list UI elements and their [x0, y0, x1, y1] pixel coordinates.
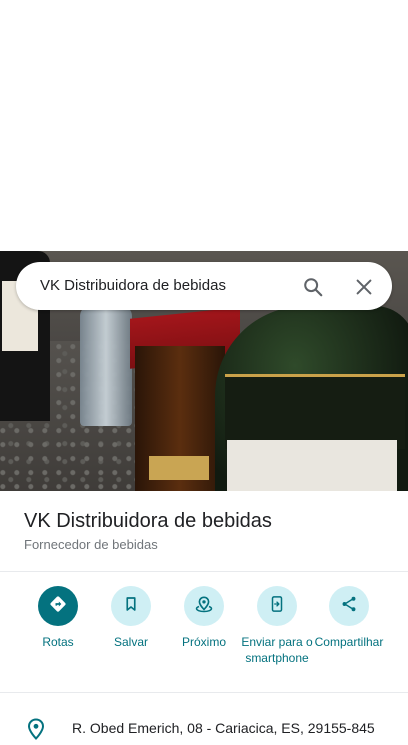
share-label: Compartilhar: [314, 635, 384, 649]
nearby-button[interactable]: Próximo: [164, 586, 244, 650]
share-icon: [340, 595, 358, 618]
nearby-label: Próximo: [181, 635, 226, 649]
bookmark-icon: [122, 595, 140, 618]
directions-button[interactable]: Rotas: [18, 586, 98, 650]
nearby-icon: [194, 594, 214, 619]
address-row[interactable]: R. Obed Emerich, 08 - Cariacica, ES, 291…: [0, 706, 408, 742]
save-button[interactable]: Salvar: [91, 586, 171, 650]
location-pin-icon: [27, 718, 45, 740]
close-icon[interactable]: [353, 276, 375, 298]
photo-bottle: [80, 286, 132, 426]
place-title: VK Distribuidora de bebidas: [24, 510, 272, 532]
share-button[interactable]: Compartilhar: [309, 586, 389, 650]
search-input[interactable]: VK Distribuidora de bebidas: [40, 277, 226, 294]
photo-bottle: [215, 306, 408, 491]
directions-label: Rotas: [42, 635, 74, 649]
address-text: R. Obed Emerich, 08 - Cariacica, ES, 291…: [72, 720, 375, 736]
divider: [0, 571, 408, 572]
send-to-phone-label: Enviar para o smartphone: [241, 635, 313, 665]
send-to-phone-icon: [268, 595, 286, 618]
photo-bottle: [135, 346, 225, 491]
search-icon[interactable]: [302, 276, 324, 298]
directions-icon: [48, 594, 68, 619]
map-blank-area: [0, 0, 408, 251]
search-bar[interactable]: VK Distribuidora de bebidas: [16, 262, 392, 310]
save-label: Salvar: [113, 635, 148, 649]
place-category: Fornecedor de bebidas: [24, 537, 158, 552]
divider: [0, 692, 408, 693]
send-to-phone-button[interactable]: Enviar para o smartphone: [237, 586, 317, 666]
